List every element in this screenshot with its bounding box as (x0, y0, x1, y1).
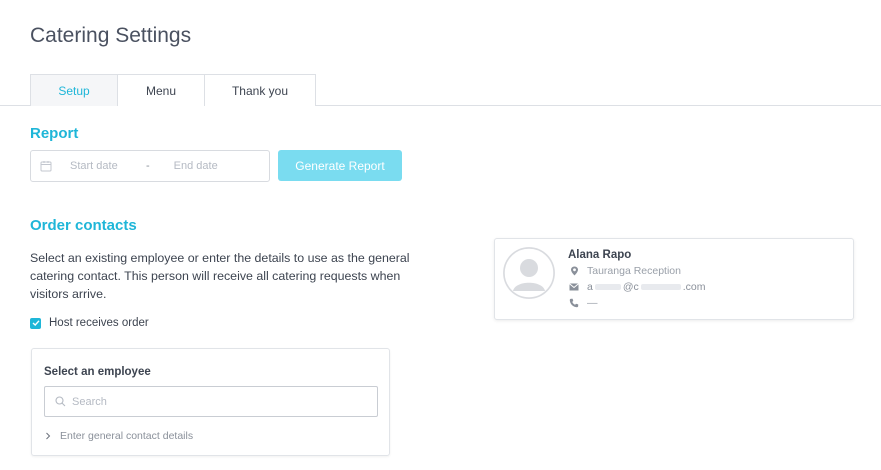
calendar-icon (40, 161, 52, 172)
user-avatar-icon (503, 247, 555, 299)
contact-email-mid: @c (622, 281, 639, 293)
employee-search-input[interactable]: Search (44, 386, 378, 417)
contact-email-row: a @c .com (569, 281, 706, 293)
contact-phone-row: — (569, 297, 598, 309)
date-range-picker[interactable]: Start date - End date (30, 150, 270, 182)
contact-email-start: a (587, 281, 593, 293)
enter-general-contact-label: Enter general contact details (60, 430, 194, 442)
report-heading: Report (30, 125, 79, 142)
contact-card: Alana Rapo Tauranga Reception a @c .com (494, 238, 854, 320)
map-pin-icon (569, 266, 579, 276)
order-contacts-heading: Order contacts (30, 217, 137, 234)
contact-name: Alana Rapo (568, 249, 632, 261)
tab-bar: Setup Menu Thank you (0, 74, 881, 106)
generate-report-button[interactable]: Generate Report (278, 150, 402, 181)
start-date-input[interactable]: Start date (70, 160, 140, 172)
envelope-icon (569, 282, 579, 292)
order-contacts-description: Select an existing employee or enter the… (30, 251, 410, 301)
phone-icon (569, 298, 579, 308)
end-date-input[interactable]: End date (174, 160, 244, 172)
redacted-email-part (640, 284, 681, 290)
search-placeholder: Search (72, 395, 107, 408)
contact-phone: — (587, 297, 598, 309)
enter-general-contact-link[interactable]: Enter general contact details (44, 430, 193, 442)
tab-setup[interactable]: Setup (30, 74, 118, 106)
search-icon (55, 396, 66, 407)
tab-thank-you[interactable]: Thank you (204, 74, 316, 106)
tab-menu[interactable]: Menu (117, 74, 205, 106)
host-receives-order-checkbox[interactable] (30, 317, 41, 329)
contact-location-row: Tauranga Reception (569, 265, 681, 277)
host-receives-order-label: Host receives order (49, 317, 149, 329)
host-receives-order-row[interactable]: Host receives order (30, 317, 149, 329)
chevron-right-icon (46, 432, 51, 440)
redacted-email-part (594, 284, 621, 290)
date-separator: - (146, 160, 150, 172)
contact-email-end: .com (682, 281, 706, 293)
select-employee-label: Select an employee (44, 366, 151, 378)
check-icon (32, 320, 40, 326)
page-title: Catering Settings (30, 24, 192, 47)
contact-location: Tauranga Reception (587, 265, 681, 277)
employee-select-card: Select an employee Search Enter general … (31, 348, 390, 456)
